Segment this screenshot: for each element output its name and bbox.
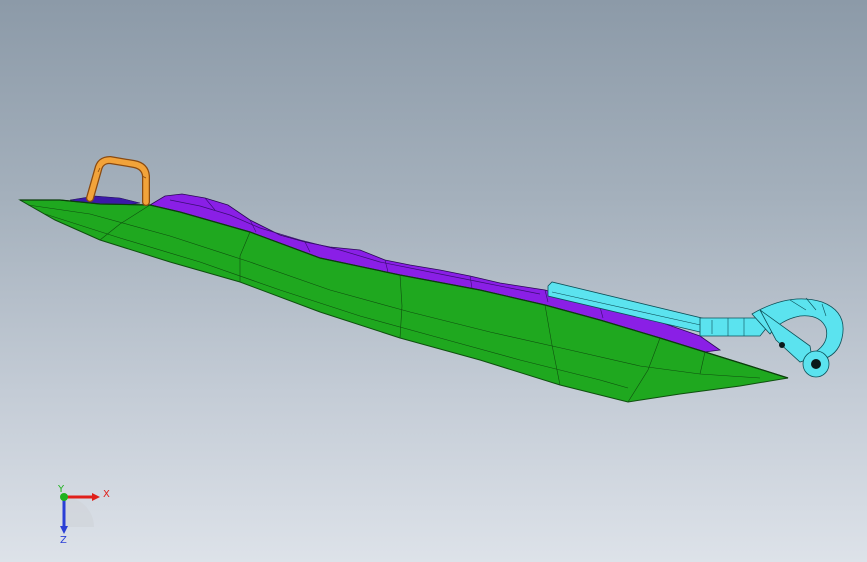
x-axis-label: X: [103, 489, 110, 500]
sled-hull[interactable]: [18, 199, 789, 403]
coordinate-triad: X Y Z: [57, 484, 110, 546]
3d-viewport[interactable]: X Y Z: [0, 0, 867, 562]
y-axis-label: Y: [57, 484, 65, 495]
z-axis-label: Z: [60, 535, 67, 546]
handle-bar[interactable]: [86, 156, 150, 206]
model-scene[interactable]: X Y Z: [0, 0, 867, 562]
